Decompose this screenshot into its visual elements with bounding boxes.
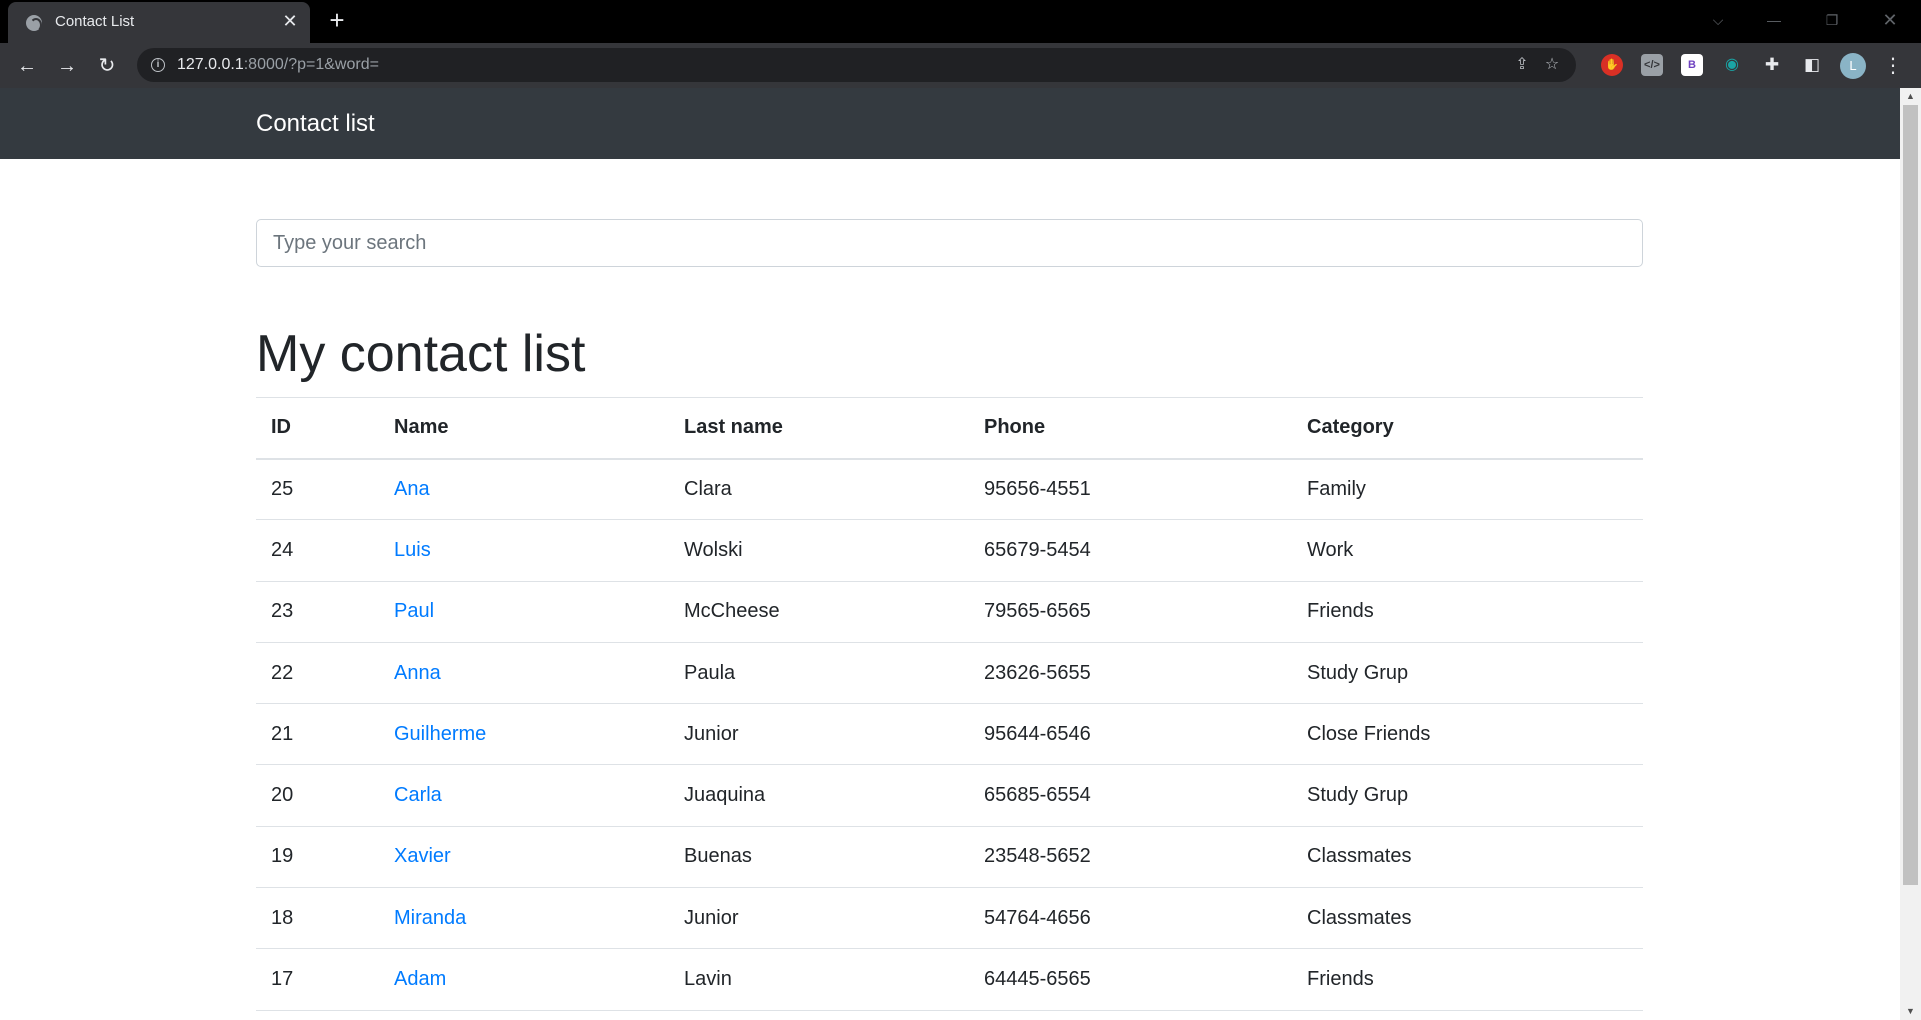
contact-name-link[interactable]: Xavier	[394, 845, 451, 867]
new-tab-button[interactable]: +	[324, 7, 350, 34]
table-row: 19 Xavier Buenas 23548-5652 Classmates	[256, 826, 1643, 889]
contact-name-link[interactable]: Carla	[394, 784, 442, 806]
cell-last-name: Paula	[669, 642, 969, 705]
devtools-icon[interactable]: </>	[1641, 54, 1663, 76]
side-panel-icon[interactable]: ◧	[1801, 54, 1823, 76]
page-viewport: Contact list My contact list ID Name Las…	[0, 88, 1900, 1020]
site-info-icon[interactable]: i	[151, 58, 165, 72]
cell-phone: 23626-5655	[969, 642, 1292, 705]
browser-tab[interactable]: Contact List ✕	[8, 2, 310, 43]
cell-category: Family	[1292, 458, 1643, 521]
navbar: Contact list	[0, 88, 1900, 159]
contact-name-link[interactable]: Luis	[394, 539, 431, 561]
cell-category: Classmates	[1292, 826, 1643, 889]
reload-icon[interactable]: ↻	[92, 51, 122, 81]
cell-last-name: Junior	[669, 703, 969, 766]
column-header-category: Category	[1292, 397, 1643, 460]
scrollbar-thumb[interactable]	[1903, 105, 1918, 885]
tab-search-icon[interactable]: ⌵	[1706, 8, 1730, 32]
cell-category: Work	[1292, 519, 1643, 582]
page-title: My contact list	[256, 325, 586, 383]
table-header-row: ID Name Last name Phone Category	[256, 397, 1643, 460]
scroll-down-arrow-icon[interactable]: ▼	[1900, 1003, 1921, 1020]
cell-id: 21	[256, 703, 379, 766]
cell-id: 22	[256, 642, 379, 705]
table-row: 20 Carla Juaquina 65685-6554 Study Grup	[256, 764, 1643, 827]
column-header-phone: Phone	[969, 397, 1292, 460]
close-tab-icon[interactable]: ✕	[280, 11, 300, 31]
contact-name-link[interactable]: Miranda	[394, 907, 466, 929]
address-bar[interactable]: i 127.0.0.1:8000/?p=1&word= ⇪ ☆	[137, 48, 1576, 82]
cell-category: Friends	[1292, 948, 1643, 1011]
cell-category: Friends	[1292, 581, 1643, 643]
vpn-icon[interactable]: ◉	[1721, 54, 1743, 76]
table-row: 18 Miranda Junior 54764-4656 Classmates	[256, 887, 1643, 950]
contact-name-link[interactable]: Ana	[394, 478, 430, 500]
window-close-icon[interactable]: ✕	[1878, 8, 1902, 32]
cell-id: 17	[256, 948, 379, 1011]
table-row: 17 Adam Lavin 64445-6565 Friends	[256, 948, 1643, 1011]
cell-category: Study Grup	[1292, 764, 1643, 827]
cell-phone: 64445-6565	[969, 948, 1292, 1011]
column-header-id: ID	[256, 397, 379, 460]
table-row: 25 Ana Clara 95656-4551 Family	[256, 458, 1643, 521]
profile-avatar[interactable]: L	[1840, 53, 1866, 79]
column-header-name: Name	[379, 397, 669, 460]
cell-id: 20	[256, 764, 379, 827]
cell-last-name: Buenas	[669, 826, 969, 889]
extensions-puzzle-icon[interactable]: ✚	[1761, 54, 1783, 76]
cell-last-name: Wolski	[669, 519, 969, 582]
cell-id: 24	[256, 519, 379, 582]
cell-last-name: McCheese	[669, 581, 969, 643]
contacts-table: ID Name Last name Phone Category 25 Ana …	[256, 397, 1643, 1011]
bootstrap-icon[interactable]: B	[1681, 54, 1703, 76]
search-input[interactable]	[256, 219, 1643, 267]
contact-name-link[interactable]: Adam	[394, 968, 446, 990]
cell-phone: 54764-4656	[969, 887, 1292, 950]
table-row: 23 Paul McCheese 79565-6565 Friends	[256, 581, 1643, 643]
cell-last-name: Juaquina	[669, 764, 969, 827]
minimize-icon[interactable]: —	[1762, 8, 1786, 32]
cell-last-name: Junior	[669, 887, 969, 950]
navbar-brand[interactable]: Contact list	[256, 110, 375, 138]
cell-id: 23	[256, 581, 379, 643]
cell-phone: 65685-6554	[969, 764, 1292, 827]
back-icon[interactable]: ←	[12, 51, 42, 81]
table-row: 22 Anna Paula 23626-5655 Study Grup	[256, 642, 1643, 705]
vertical-scrollbar[interactable]: ▲ ▼	[1900, 88, 1921, 1020]
adblock-icon[interactable]: ✋	[1601, 54, 1623, 76]
cell-category: Close Friends	[1292, 703, 1643, 766]
cell-category: Classmates	[1292, 887, 1643, 950]
cell-id: 19	[256, 826, 379, 889]
table-row: 21 Guilherme Junior 95644-6546 Close Fri…	[256, 703, 1643, 766]
cell-phone: 95656-4551	[969, 458, 1292, 521]
browser-tab-strip: Contact List ✕ + ⌵ — ❐ ✕	[0, 0, 1921, 43]
menu-kebab-icon[interactable]: ⋮	[1878, 51, 1908, 81]
restore-icon[interactable]: ❐	[1820, 8, 1844, 32]
globe-icon	[26, 15, 42, 32]
contact-name-link[interactable]: Guilherme	[394, 723, 486, 745]
forward-icon[interactable]: →	[52, 51, 82, 81]
browser-toolbar: ← → ↻ i 127.0.0.1:8000/?p=1&word= ⇪ ☆ ✋ …	[0, 43, 1921, 88]
cell-phone: 65679-5454	[969, 519, 1292, 582]
contact-name-link[interactable]: Anna	[394, 662, 441, 684]
column-header-last-name: Last name	[669, 397, 969, 460]
cell-last-name: Clara	[669, 458, 969, 521]
scroll-up-arrow-icon[interactable]: ▲	[1900, 88, 1921, 105]
bookmark-star-icon[interactable]: ☆	[1542, 55, 1562, 75]
url-text[interactable]: 127.0.0.1:8000/?p=1&word=	[177, 56, 379, 74]
cell-last-name: Lavin	[669, 948, 969, 1011]
cell-phone: 23548-5652	[969, 826, 1292, 889]
cell-phone: 95644-6546	[969, 703, 1292, 766]
cell-phone: 79565-6565	[969, 581, 1292, 643]
cell-category: Study Grup	[1292, 642, 1643, 705]
cell-id: 25	[256, 458, 379, 521]
tab-title: Contact List	[55, 13, 135, 30]
cell-id: 18	[256, 887, 379, 950]
share-icon[interactable]: ⇪	[1512, 55, 1532, 75]
table-row: 24 Luis Wolski 65679-5454 Work	[256, 519, 1643, 582]
contact-name-link[interactable]: Paul	[394, 600, 434, 622]
